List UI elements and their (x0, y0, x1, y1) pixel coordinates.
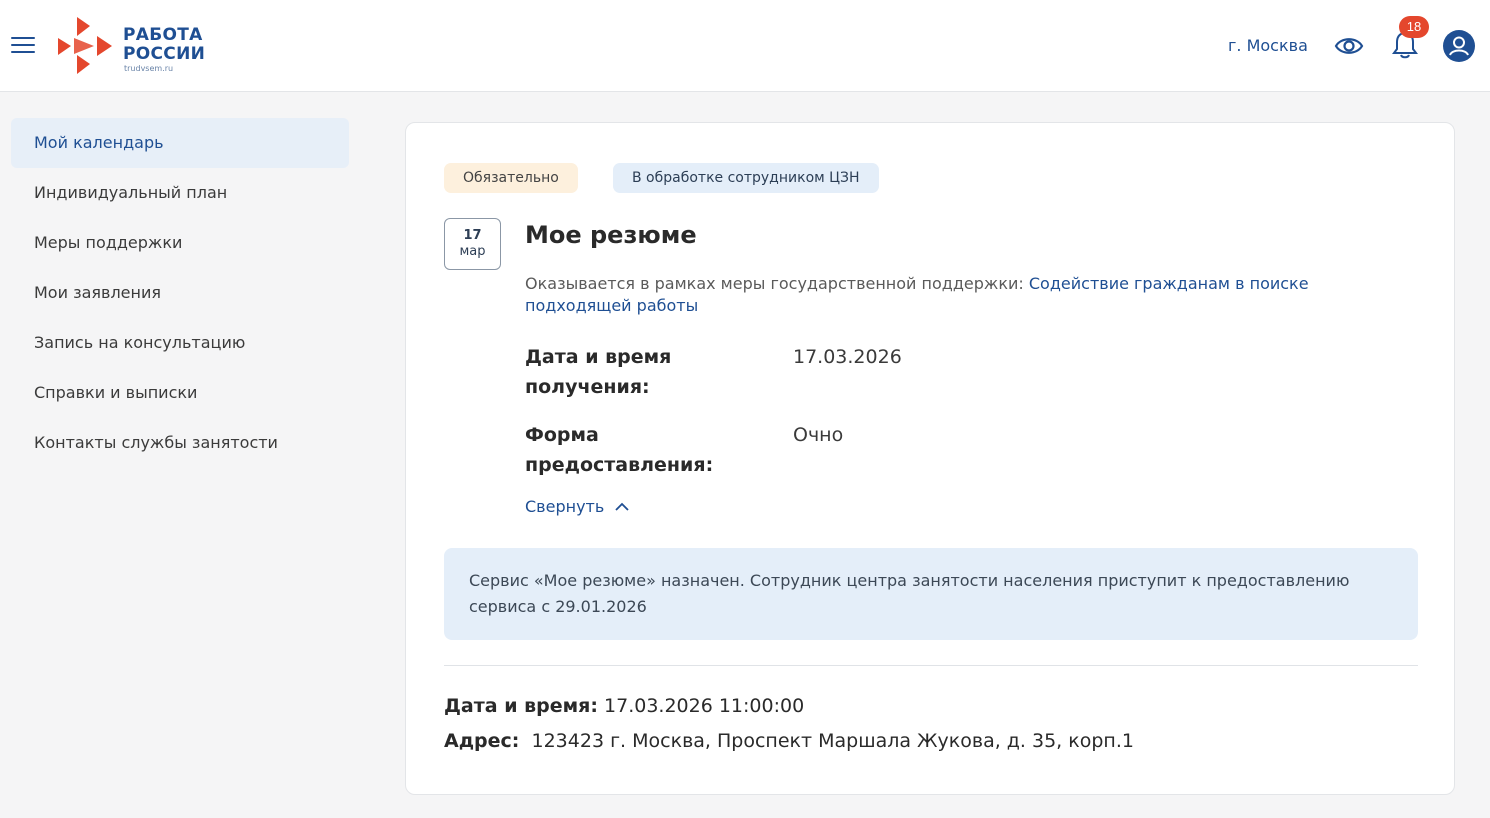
receipt-datetime-value: 17.03.2026 (793, 346, 902, 368)
collapse-label: Свернуть (525, 497, 605, 516)
form-label: Форма предоставления: (525, 424, 714, 476)
form-value: Очно (793, 424, 844, 446)
logo-mark-icon (58, 17, 112, 74)
sidebar-nav: Мой календарь Индивидуальный план Меры п… (11, 118, 349, 468)
status-badge: В обработке сотрудником ЦЗН (613, 163, 879, 193)
info-notice: Сервис «Мое резюме» назначен. Сотрудник … (444, 548, 1418, 640)
address-row: Адрес: 123423 г. Москва, Проспект Маршал… (444, 727, 1134, 755)
datetime-label: Дата и время: (444, 695, 598, 717)
menu-icon[interactable] (11, 37, 35, 55)
datetime-value: 17.03.2026 11:00:00 (604, 695, 805, 717)
collapse-button[interactable]: Свернуть (525, 497, 630, 516)
top-header: РАБОТА РОССИИ trudvsem.ru г. Москва 18 (0, 0, 1490, 92)
datetime-row: Дата и время: 17.03.2026 11:00:00 (444, 692, 804, 720)
logo-title-line1: РАБОТА (123, 25, 203, 45)
sidebar-item-consultation[interactable]: Запись на консультацию (11, 318, 349, 368)
address-label: Адрес: (444, 730, 520, 752)
logo-subtitle: trudvsem.ru (124, 64, 174, 73)
required-badge: Обязательно (444, 163, 578, 193)
sidebar-item-support-measures[interactable]: Меры поддержки (11, 218, 349, 268)
support-measure-text: Оказывается в рамках меры государственно… (525, 273, 1405, 317)
service-title: Мое резюме (525, 221, 697, 249)
divider (444, 665, 1418, 666)
logo-title-line2: РОССИИ (123, 44, 206, 64)
logo[interactable]: РАБОТА РОССИИ trudvsem.ru (58, 17, 218, 75)
city-selector[interactable]: г. Москва (1228, 36, 1308, 55)
sidebar-item-certificates[interactable]: Справки и выписки (11, 368, 349, 418)
support-measure-prefix: Оказывается в рамках меры государственно… (525, 274, 1024, 293)
accessibility-eye-icon[interactable] (1334, 31, 1364, 61)
date-month: мар (459, 244, 486, 259)
sidebar-item-individual-plan[interactable]: Индивидуальный план (11, 168, 349, 218)
sidebar-item-calendar[interactable]: Мой календарь (11, 118, 349, 168)
date-day: 17 (463, 228, 482, 243)
notifications-count-badge: 18 (1399, 16, 1429, 38)
user-avatar-icon[interactable] (1443, 30, 1475, 62)
chevron-up-icon (615, 502, 629, 511)
address-value: 123423 г. Москва, Проспект Маршала Жуков… (531, 730, 1134, 752)
receipt-datetime-label: Дата и время получения: (525, 346, 672, 398)
sidebar-item-contacts[interactable]: Контакты службы занятости (11, 418, 349, 468)
service-card: Обязательно В обработке сотрудником ЦЗН … (405, 122, 1455, 795)
sidebar-item-applications[interactable]: Мои заявления (11, 268, 349, 318)
date-tile: 17 мар (444, 218, 501, 270)
